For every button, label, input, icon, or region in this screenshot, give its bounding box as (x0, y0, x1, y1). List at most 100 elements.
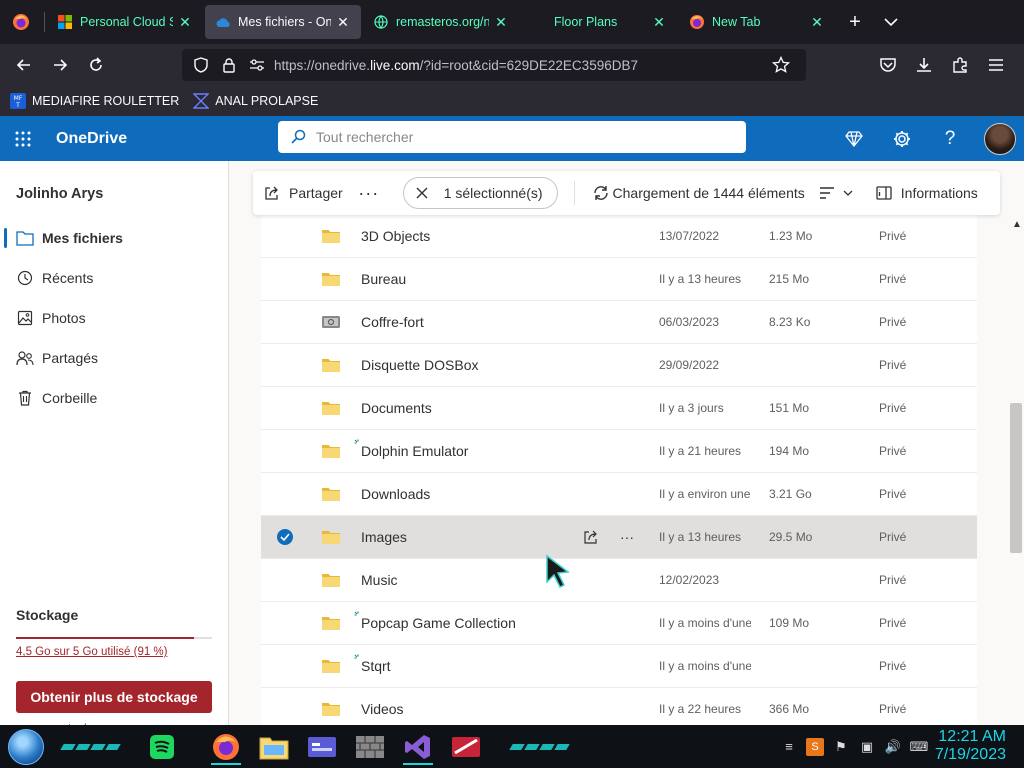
browser-tab[interactable]: New Tab ✕ (679, 5, 835, 39)
file-name[interactable]: Music (361, 572, 398, 588)
list-all-tabs-button[interactable] (873, 5, 909, 39)
network-icon[interactable]: ▣ (858, 738, 876, 756)
volume-icon[interactable]: 🔊 (884, 738, 902, 756)
file-name[interactable]: Downloads (361, 486, 430, 502)
file-size: 151 Mo (769, 401, 810, 415)
file-name[interactable]: Dolphin Emulator (361, 443, 468, 459)
file-row[interactable]: Disquette DOSBox 29/09/2022 Privé (261, 344, 977, 387)
close-tab-icon[interactable]: ✕ (493, 14, 509, 30)
taskbar-file-explorer[interactable] (253, 729, 295, 765)
file-name[interactable]: Bureau (361, 271, 406, 287)
storage-usage-link[interactable]: 4,5 Go sur 5 Go utilisé (91 %) (16, 646, 167, 658)
close-tab-icon[interactable]: ✕ (177, 14, 193, 30)
browser-tab[interactable]: Floor Plans ✕ (521, 5, 677, 39)
onedrive-cloud-icon (215, 14, 231, 30)
file-row[interactable]: Stqrt Il y a moins d'une Privé (261, 645, 977, 688)
close-tab-icon[interactable]: ✕ (651, 14, 667, 30)
lock-icon[interactable] (218, 54, 240, 76)
url-bar[interactable]: https://onedrive.live.com/?id=root&cid=6… (182, 49, 806, 81)
network-stairs-icon[interactable]: ≡ (780, 738, 798, 756)
share-button[interactable]: Partager (263, 184, 343, 202)
file-name[interactable]: Popcap Game Collection (361, 615, 516, 631)
file-row[interactable]: Downloads Il y a environ une 3.21 Go Privé (261, 473, 977, 516)
scroll-up-arrow-icon[interactable]: ▲ (1012, 219, 1022, 230)
taskbar-media-app[interactable] (445, 729, 487, 765)
taskbar-clock[interactable]: 12:21 AM 7/19/2023 (935, 728, 1006, 764)
pocket-button[interactable] (872, 49, 904, 81)
bookmark-second[interactable]: ANAL PROLAPSE (193, 93, 318, 109)
flag-icon[interactable]: ⚑ (832, 738, 850, 756)
search-box[interactable] (278, 121, 746, 153)
waffle-icon (15, 131, 31, 146)
help-button[interactable]: ? (926, 116, 974, 161)
bookmark-mediafire[interactable]: MF T MEDIAFIRE ROULETTER (10, 93, 179, 109)
file-name[interactable]: Coffre-fort (361, 314, 424, 330)
app-menu-button[interactable] (980, 49, 1012, 81)
brick-wall-icon (356, 735, 384, 758)
close-tab-icon[interactable]: ✕ (809, 14, 825, 30)
scrollbar-thumb[interactable] (1010, 403, 1022, 553)
checkmark-icon[interactable] (277, 529, 293, 545)
tracking-shield-icon[interactable] (190, 54, 212, 76)
search-input[interactable] (316, 129, 734, 145)
taskbar-app-window[interactable] (301, 729, 343, 765)
firefox-view-button[interactable] (0, 0, 42, 44)
nav-item-folder[interactable]: Mes fichiers (0, 218, 228, 258)
nav-item-trash[interactable]: Corbeille (0, 378, 228, 418)
page-scrollbar[interactable]: ▲ (1008, 215, 1024, 725)
nav-item-image[interactable]: Photos (0, 298, 228, 338)
file-row[interactable]: Dolphin Emulator Il y a 21 heures 194 Mo Pr… (261, 430, 977, 473)
share-row-icon[interactable] (577, 523, 605, 551)
browser-tab[interactable]: Mes fichiers - One ✕ (205, 5, 361, 39)
browser-tab[interactable]: Personal Cloud St ✕ (47, 5, 203, 39)
clear-selection-icon[interactable] (414, 185, 430, 201)
start-button[interactable] (8, 728, 44, 765)
keyboard-icon[interactable]: ⌨ (910, 738, 929, 756)
file-row[interactable]: 3D Objects 13/07/2022 1.23 Mo Privé (261, 215, 977, 258)
taskbar-firefox[interactable] (205, 729, 247, 765)
nav-item-clock[interactable]: Récents (0, 258, 228, 298)
more-commands-button[interactable]: ··· (353, 177, 385, 209)
file-row[interactable]: Bureau Il y a 13 heures 215 Mo Privé (261, 258, 977, 301)
more-row-actions-icon[interactable]: ··· (613, 523, 641, 551)
file-name[interactable]: Stqrt (361, 658, 391, 674)
sublime-tray-icon[interactable]: S (806, 737, 824, 756)
details-pane-button[interactable]: Informations (875, 184, 978, 202)
settings-button[interactable] (878, 116, 926, 161)
taskbar-firewall[interactable] (349, 729, 391, 765)
file-row[interactable]: Documents Il y a 3 jours 151 Mo Privé (261, 387, 977, 430)
file-name[interactable]: Images (361, 529, 407, 545)
taskbar-visual-studio[interactable] (397, 729, 439, 765)
onedrive-brand-link[interactable]: OneDrive (56, 130, 127, 148)
avatar[interactable] (984, 122, 1016, 155)
get-more-storage-button[interactable]: Obtenir plus de stockage (16, 681, 212, 713)
reload-button[interactable] (80, 49, 112, 81)
bookmark-star-button[interactable] (770, 54, 792, 76)
extensions-button[interactable] (944, 49, 976, 81)
forward-button[interactable] (44, 49, 76, 81)
file-name[interactable]: Disquette DOSBox (361, 357, 479, 373)
puzzle-icon (953, 57, 967, 73)
file-name[interactable]: Documents (361, 400, 432, 416)
close-tab-icon[interactable]: ✕ (335, 14, 351, 30)
selection-pill[interactable]: 1 sélectionné(s) (402, 177, 558, 209)
nav-item-people[interactable]: Partagés (0, 338, 228, 378)
premium-button[interactable] (830, 116, 878, 161)
file-name[interactable]: Videos (361, 701, 404, 717)
permissions-icon[interactable] (246, 54, 268, 76)
file-row[interactable]: Music 12/02/2023 Privé (261, 559, 977, 602)
taskbar-spotify[interactable] (141, 729, 183, 765)
file-name[interactable]: 3D Objects (361, 228, 430, 244)
app-launcher-button[interactable] (0, 116, 46, 161)
sort-view-button[interactable] (819, 186, 853, 200)
file-row[interactable]: Videos Il y a 22 heures 366 Mo Privé (261, 688, 977, 725)
file-row[interactable]: Coffre-fort 06/03/2023 8.23 Ko Privé (261, 301, 977, 344)
file-sharing: Privé (879, 616, 907, 630)
clock-date: 7/19/2023 (934, 746, 1006, 763)
file-row[interactable]: Images ··· Il y a 13 heures 29.5 Mo Privé (261, 516, 977, 559)
browser-tab[interactable]: remasteros.org/n ✕ (363, 5, 519, 39)
new-tab-button[interactable]: + (837, 5, 873, 39)
back-button[interactable] (8, 49, 40, 81)
file-row[interactable]: Popcap Game Collection Il y a moins d'une… (261, 602, 977, 645)
downloads-button[interactable] (908, 49, 940, 81)
